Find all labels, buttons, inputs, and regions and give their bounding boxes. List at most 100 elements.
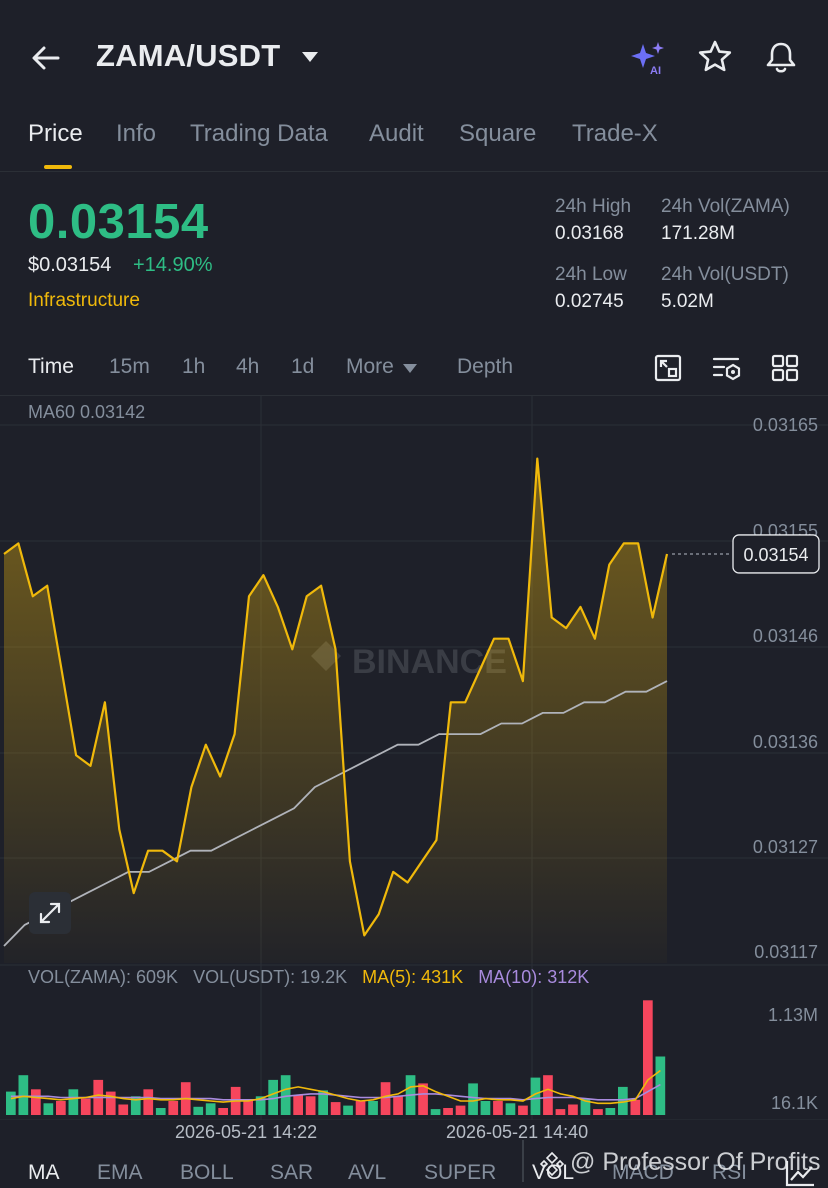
volume-bar	[518, 1105, 528, 1115]
volume-bar	[443, 1108, 453, 1115]
interval-more[interactable]: More	[346, 355, 394, 379]
volume-bar	[168, 1101, 179, 1115]
volume-bar	[368, 1101, 378, 1115]
volume-bar	[643, 1000, 653, 1115]
trading-pair-title[interactable]: ZAMA/USDT	[96, 38, 280, 74]
pair-dropdown-icon[interactable]	[300, 50, 320, 64]
volume-axis-top: 1.13M	[768, 1005, 818, 1025]
volume-bar	[330, 1102, 341, 1115]
volume-bar	[43, 1103, 54, 1115]
last-price-tag-text: 0.03154	[743, 545, 808, 565]
last-price: 0.03154	[28, 195, 209, 249]
vol-ma5-legend: MA(5): 431K	[362, 967, 464, 987]
volume-bar	[480, 1101, 491, 1115]
back-arrow-icon	[32, 46, 60, 70]
volume-bar	[505, 1103, 516, 1115]
tab-price[interactable]: Price	[28, 120, 83, 148]
time-label-2: 2026-05-21 14:40	[446, 1122, 589, 1142]
volume-bar	[293, 1095, 303, 1115]
volume-bar	[568, 1104, 578, 1115]
vol-base-legend: VOL(ZAMA): 609K	[28, 967, 179, 987]
volume-bar	[56, 1101, 66, 1115]
tab-audit[interactable]: Audit	[369, 120, 424, 148]
volume-bar	[205, 1103, 216, 1115]
volume-bar	[80, 1098, 91, 1115]
high-value: 0.03168	[555, 223, 624, 244]
chart-grid	[0, 395, 828, 1120]
price-axis: 0.031650.031550.031460.031360.031270.031…	[753, 415, 818, 962]
volume-bar	[593, 1109, 603, 1115]
volume-bar	[280, 1075, 291, 1115]
volume-legend: VOL(ZAMA): 609K VOL(USDT): 19.2K MA(5): …	[28, 967, 589, 988]
volume-bar	[155, 1108, 166, 1115]
binance-logo-icon	[539, 1151, 565, 1177]
more-caret-icon[interactable]	[402, 363, 418, 374]
volume-bar	[455, 1105, 466, 1115]
bell-icon	[766, 42, 796, 73]
indicator-settings-icon[interactable]	[712, 354, 742, 382]
indicator-ma[interactable]: MA	[28, 1161, 60, 1185]
interval-depth[interactable]: Depth	[457, 355, 513, 379]
tab-info[interactable]: Info	[116, 120, 156, 148]
tab-trade-x[interactable]: Trade-X	[572, 120, 658, 148]
fullscreen-button[interactable]	[29, 892, 71, 934]
low-value: 0.02745	[555, 291, 624, 312]
star-icon	[698, 40, 732, 72]
tab-trading-data[interactable]: Trading Data	[190, 120, 328, 148]
low-label: 24h Low	[555, 264, 627, 285]
indicator-avl[interactable]: AVL	[348, 1161, 386, 1185]
ma60-legend: MA60 0.03142	[28, 402, 146, 422]
volume-bar	[605, 1108, 616, 1115]
vol-quote-label: 24h Vol(USDT)	[661, 264, 789, 285]
interval-1h[interactable]: 1h	[182, 355, 205, 379]
volume-bar	[105, 1091, 116, 1115]
price-axis-label: 0.03127	[753, 837, 818, 857]
tabs-divider	[0, 171, 828, 172]
volume-bar	[393, 1096, 403, 1115]
volume-bar	[305, 1096, 316, 1115]
volume-bar	[430, 1109, 441, 1115]
vol-quote-legend: VOL(USDT): 19.2K	[193, 967, 348, 987]
active-tab-indicator	[44, 165, 72, 169]
interval-1d[interactable]: 1d	[291, 355, 314, 379]
interval-4h[interactable]: 4h	[236, 355, 259, 379]
tab-square[interactable]: Square	[459, 120, 536, 148]
price-axis-label: 0.03136	[753, 732, 818, 752]
volume-bar	[493, 1101, 503, 1115]
price-usd: $0.03154	[28, 254, 112, 276]
indicator-divider	[522, 1140, 524, 1182]
favorite-button[interactable]	[696, 38, 736, 78]
vol-base-value: 171.28M	[661, 223, 735, 244]
chart-settings-icon[interactable]	[653, 353, 683, 383]
overlay-watermark: @ Professor Of Profits	[570, 1148, 821, 1176]
volume-bar	[243, 1099, 253, 1115]
interval-15m[interactable]: 15m	[109, 355, 150, 379]
sector-tag[interactable]: Infrastructure	[28, 290, 140, 312]
volume-bar	[543, 1075, 553, 1115]
interval-time[interactable]: Time	[28, 355, 74, 379]
time-label-1: 2026-05-21 14:22	[175, 1122, 318, 1142]
price-axis-label: 0.03165	[753, 415, 818, 435]
volume-bar	[31, 1089, 41, 1115]
volume-bar	[193, 1106, 204, 1115]
indicator-ema[interactable]: EMA	[97, 1161, 143, 1185]
alert-button[interactable]	[762, 38, 802, 78]
vol-base-label: 24h Vol(ZAMA)	[661, 196, 790, 217]
volume-bar	[18, 1075, 29, 1115]
price-chart[interactable]: BINANCE 0.031650.031550.031460.031360.03…	[0, 395, 828, 1120]
back-button[interactable]	[28, 40, 68, 76]
vol-quote-value: 5.02M	[661, 291, 714, 312]
indicator-boll[interactable]: BOLL	[180, 1161, 234, 1185]
volume-bar	[468, 1083, 478, 1115]
volume-bar	[68, 1089, 79, 1115]
layout-grid-icon[interactable]	[771, 354, 799, 382]
volume-bar	[380, 1082, 391, 1115]
indicator-super[interactable]: SUPER	[424, 1161, 496, 1185]
indicator-sar[interactable]: SAR	[270, 1161, 313, 1185]
ai-button[interactable]: AI	[628, 38, 668, 78]
volume-axis-bottom: 16.1K	[771, 1093, 818, 1113]
volume-bar	[355, 1101, 366, 1115]
price-change-percent: +14.90%	[133, 254, 213, 276]
volume-bar	[218, 1108, 228, 1115]
volume-bar	[143, 1089, 154, 1115]
